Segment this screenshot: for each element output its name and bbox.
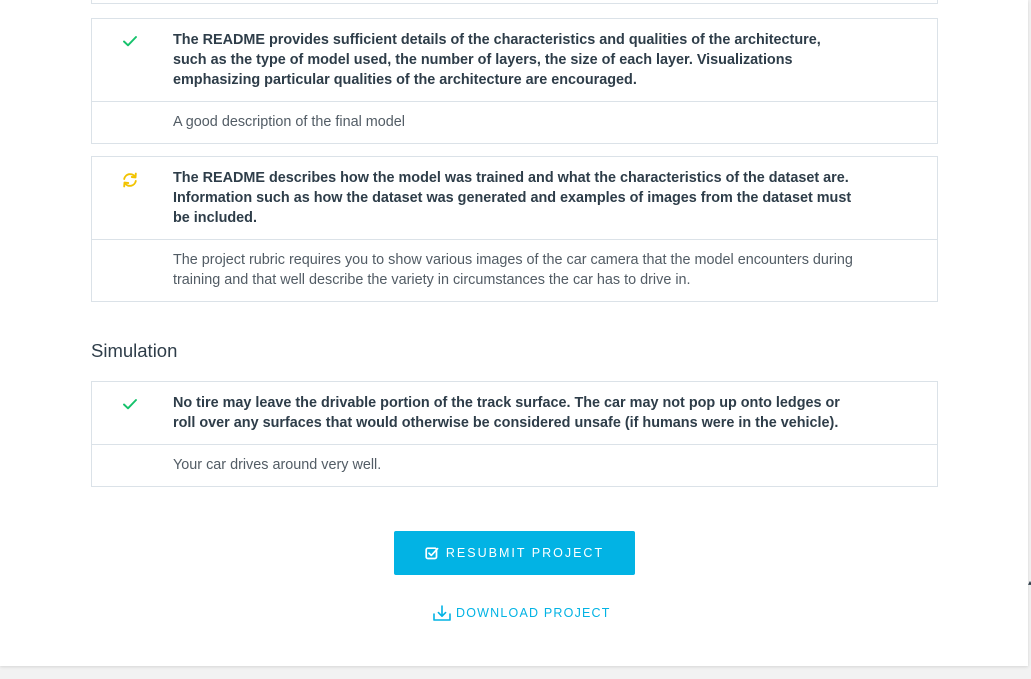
download-project-link[interactable]: DOWNLOAD PROJECT [432,602,611,624]
requirement-text: No tire may leave the drivable portion o… [173,395,840,431]
rubric-item-simulation: No tire may leave the drivable portion o… [91,381,938,487]
checkmark-icon [123,399,137,410]
refresh-icon [123,172,137,188]
rubric-item-training-dataset: The README describes how the model was t… [91,156,938,302]
resubmit-label: RESUBMIT PROJECT [445,546,605,560]
resubmit-project-button[interactable]: RESUBMIT PROJECT [394,531,635,575]
reviewer-comment: The project rubric requires you to show … [173,252,853,288]
requirement-text: The README describes how the model was t… [173,170,852,226]
reviewer-comment: Your car drives around very well. [173,457,382,473]
download-label: DOWNLOAD PROJECT [456,606,611,620]
download-icon [433,605,451,621]
rubric-requirement: The README provides sufficient details o… [92,19,937,102]
rubric-requirement: The README describes how the model was t… [92,157,937,240]
checkmark-icon [123,36,137,47]
requirement-text: The README provides sufficient details o… [173,32,821,88]
previous-card-bottom-edge [91,0,938,4]
rubric-item-architecture: The README provides sufficient details o… [91,18,938,144]
review-page: The README provides sufficient details o… [0,0,1028,666]
section-title-simulation: Simulation [91,340,178,361]
checkbox-edit-icon [425,547,439,560]
rubric-requirement: No tire may leave the drivable portion o… [92,382,937,445]
reviewer-comment: A good description of the final model [173,114,405,130]
